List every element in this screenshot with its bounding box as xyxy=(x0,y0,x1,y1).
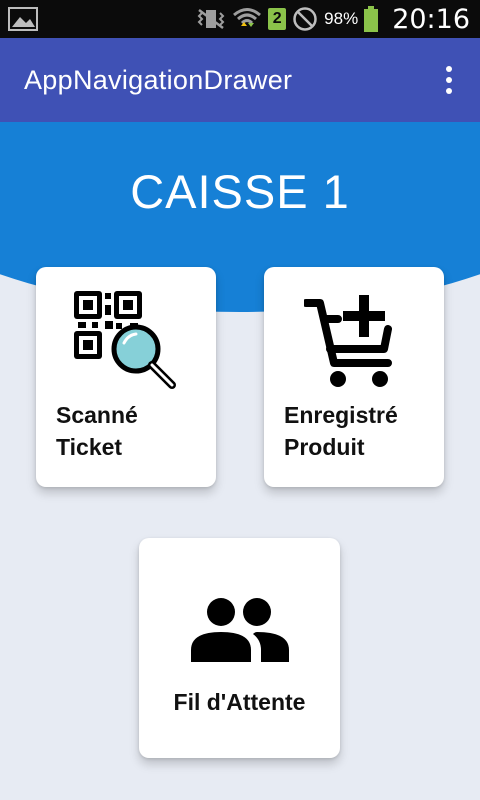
do-not-disturb-icon xyxy=(293,7,317,31)
page-title: CAISSE 1 xyxy=(130,165,350,218)
queue-label: Fil d'Attente xyxy=(173,689,306,715)
app-title: AppNavigationDrawer xyxy=(24,65,293,95)
register-product-label: Enregistré Produit xyxy=(284,399,398,463)
register-product-label-line2: Produit xyxy=(284,434,365,460)
register-product-card[interactable]: Enregistré Produit xyxy=(264,267,444,487)
battery-percent: 98% xyxy=(324,9,359,28)
clock: 20:16 xyxy=(392,3,470,35)
battery-icon xyxy=(364,6,379,32)
qr-scan-icon xyxy=(74,291,176,389)
scan-ticket-label: Scanné Ticket xyxy=(56,399,138,463)
vibrate-mute-icon xyxy=(197,9,225,29)
scan-ticket-card[interactable]: Scanné Ticket xyxy=(36,267,216,487)
register-product-label-line1: Enregistré xyxy=(284,402,398,428)
scan-ticket-label-line1: Scanné xyxy=(56,402,138,428)
status-icons: 2 98% 20:16 xyxy=(196,0,470,38)
scan-ticket-label-line2: Ticket xyxy=(56,434,123,460)
app-bar: AppNavigationDrawer xyxy=(0,38,480,122)
wifi-icon xyxy=(233,8,262,27)
queue-card[interactable]: Fil d'Attente xyxy=(139,538,340,758)
image-notification-icon xyxy=(8,7,38,31)
cart-add-icon xyxy=(304,295,392,387)
overflow-menu-icon[interactable] xyxy=(444,66,454,94)
people-icon xyxy=(191,598,289,662)
status-bar: 2 98% 20:16 xyxy=(0,0,480,38)
sim-badge: 2 xyxy=(268,8,287,30)
